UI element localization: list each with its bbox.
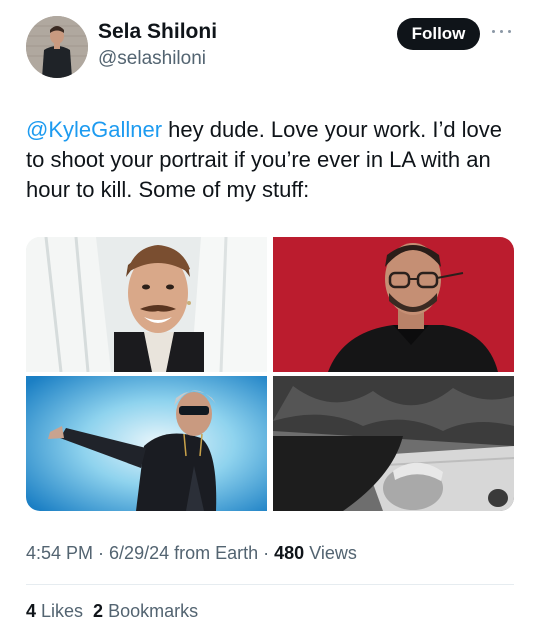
tweet-meta: 4:54 PM · 6/29/24 from Earth · 480 Views	[26, 543, 357, 564]
author-name[interactable]: Sela Shiloni	[98, 20, 217, 44]
views-label: Views	[304, 543, 357, 563]
likes-stat[interactable]: 4 Likes	[26, 601, 83, 621]
avatar[interactable]	[26, 16, 88, 78]
photo-2[interactable]	[273, 237, 514, 372]
meta-separator: ·	[93, 543, 110, 563]
photo-4[interactable]	[273, 376, 514, 511]
author-handle[interactable]: @selashiloni	[98, 48, 206, 70]
avatar-image	[26, 16, 88, 78]
tweet-date[interactable]: 6/29/24	[109, 543, 169, 563]
tweet-header: Sela Shiloni @selashiloni Follow	[0, 0, 540, 90]
likes-count: 4	[26, 601, 37, 621]
photo-2-image	[273, 237, 514, 372]
photo-1[interactable]	[26, 237, 267, 372]
bookmarks-label: Bookmarks	[103, 601, 199, 621]
photo-3[interactable]	[26, 376, 267, 511]
bookmarks-count: 2	[93, 601, 104, 621]
bookmarks-stat[interactable]: 2 Bookmarks	[93, 601, 198, 621]
engagement-stats: 4 Likes 2 Bookmarks	[26, 601, 208, 622]
mention-link[interactable]: @KyleGallner	[26, 117, 162, 142]
more-horizontal-icon[interactable]	[490, 22, 514, 40]
tweet-source: from Earth	[169, 543, 259, 563]
divider	[26, 584, 514, 585]
media-grid	[26, 237, 514, 511]
tweet-text: @KyleGallner hey dude. Love your work. I…	[26, 115, 518, 205]
photo-3-image	[26, 376, 267, 511]
photo-1-image	[26, 237, 267, 372]
follow-button[interactable]: Follow	[397, 18, 480, 50]
likes-label: Likes	[36, 601, 84, 621]
tweet-time[interactable]: 4:54 PM	[26, 543, 93, 563]
photo-4-image	[273, 376, 514, 511]
meta-separator: ·	[258, 543, 275, 563]
views-count[interactable]: 480	[274, 543, 304, 563]
